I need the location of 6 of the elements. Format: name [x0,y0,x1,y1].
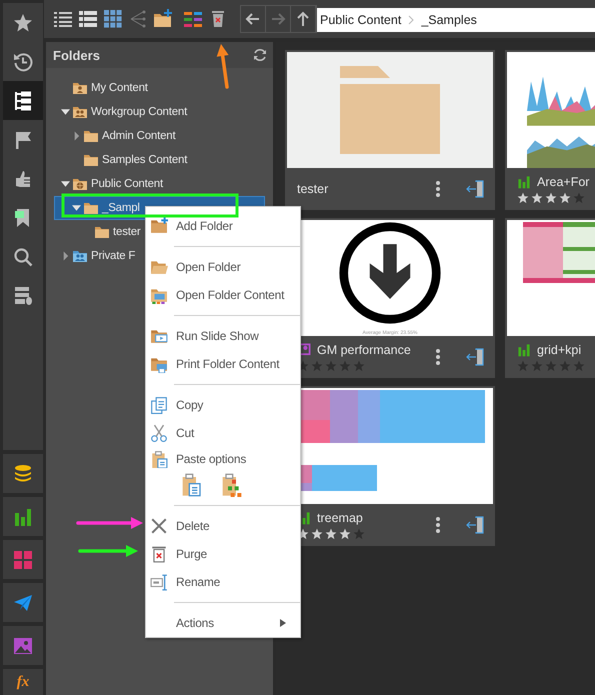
card-title: treemap [317,511,363,525]
card-title: Area+For [537,175,590,189]
card-title: grid+kpi [537,343,582,357]
panel-title: Folders [53,48,100,62]
card-title: GM performance [317,343,411,357]
card-title: tester [297,182,328,196]
